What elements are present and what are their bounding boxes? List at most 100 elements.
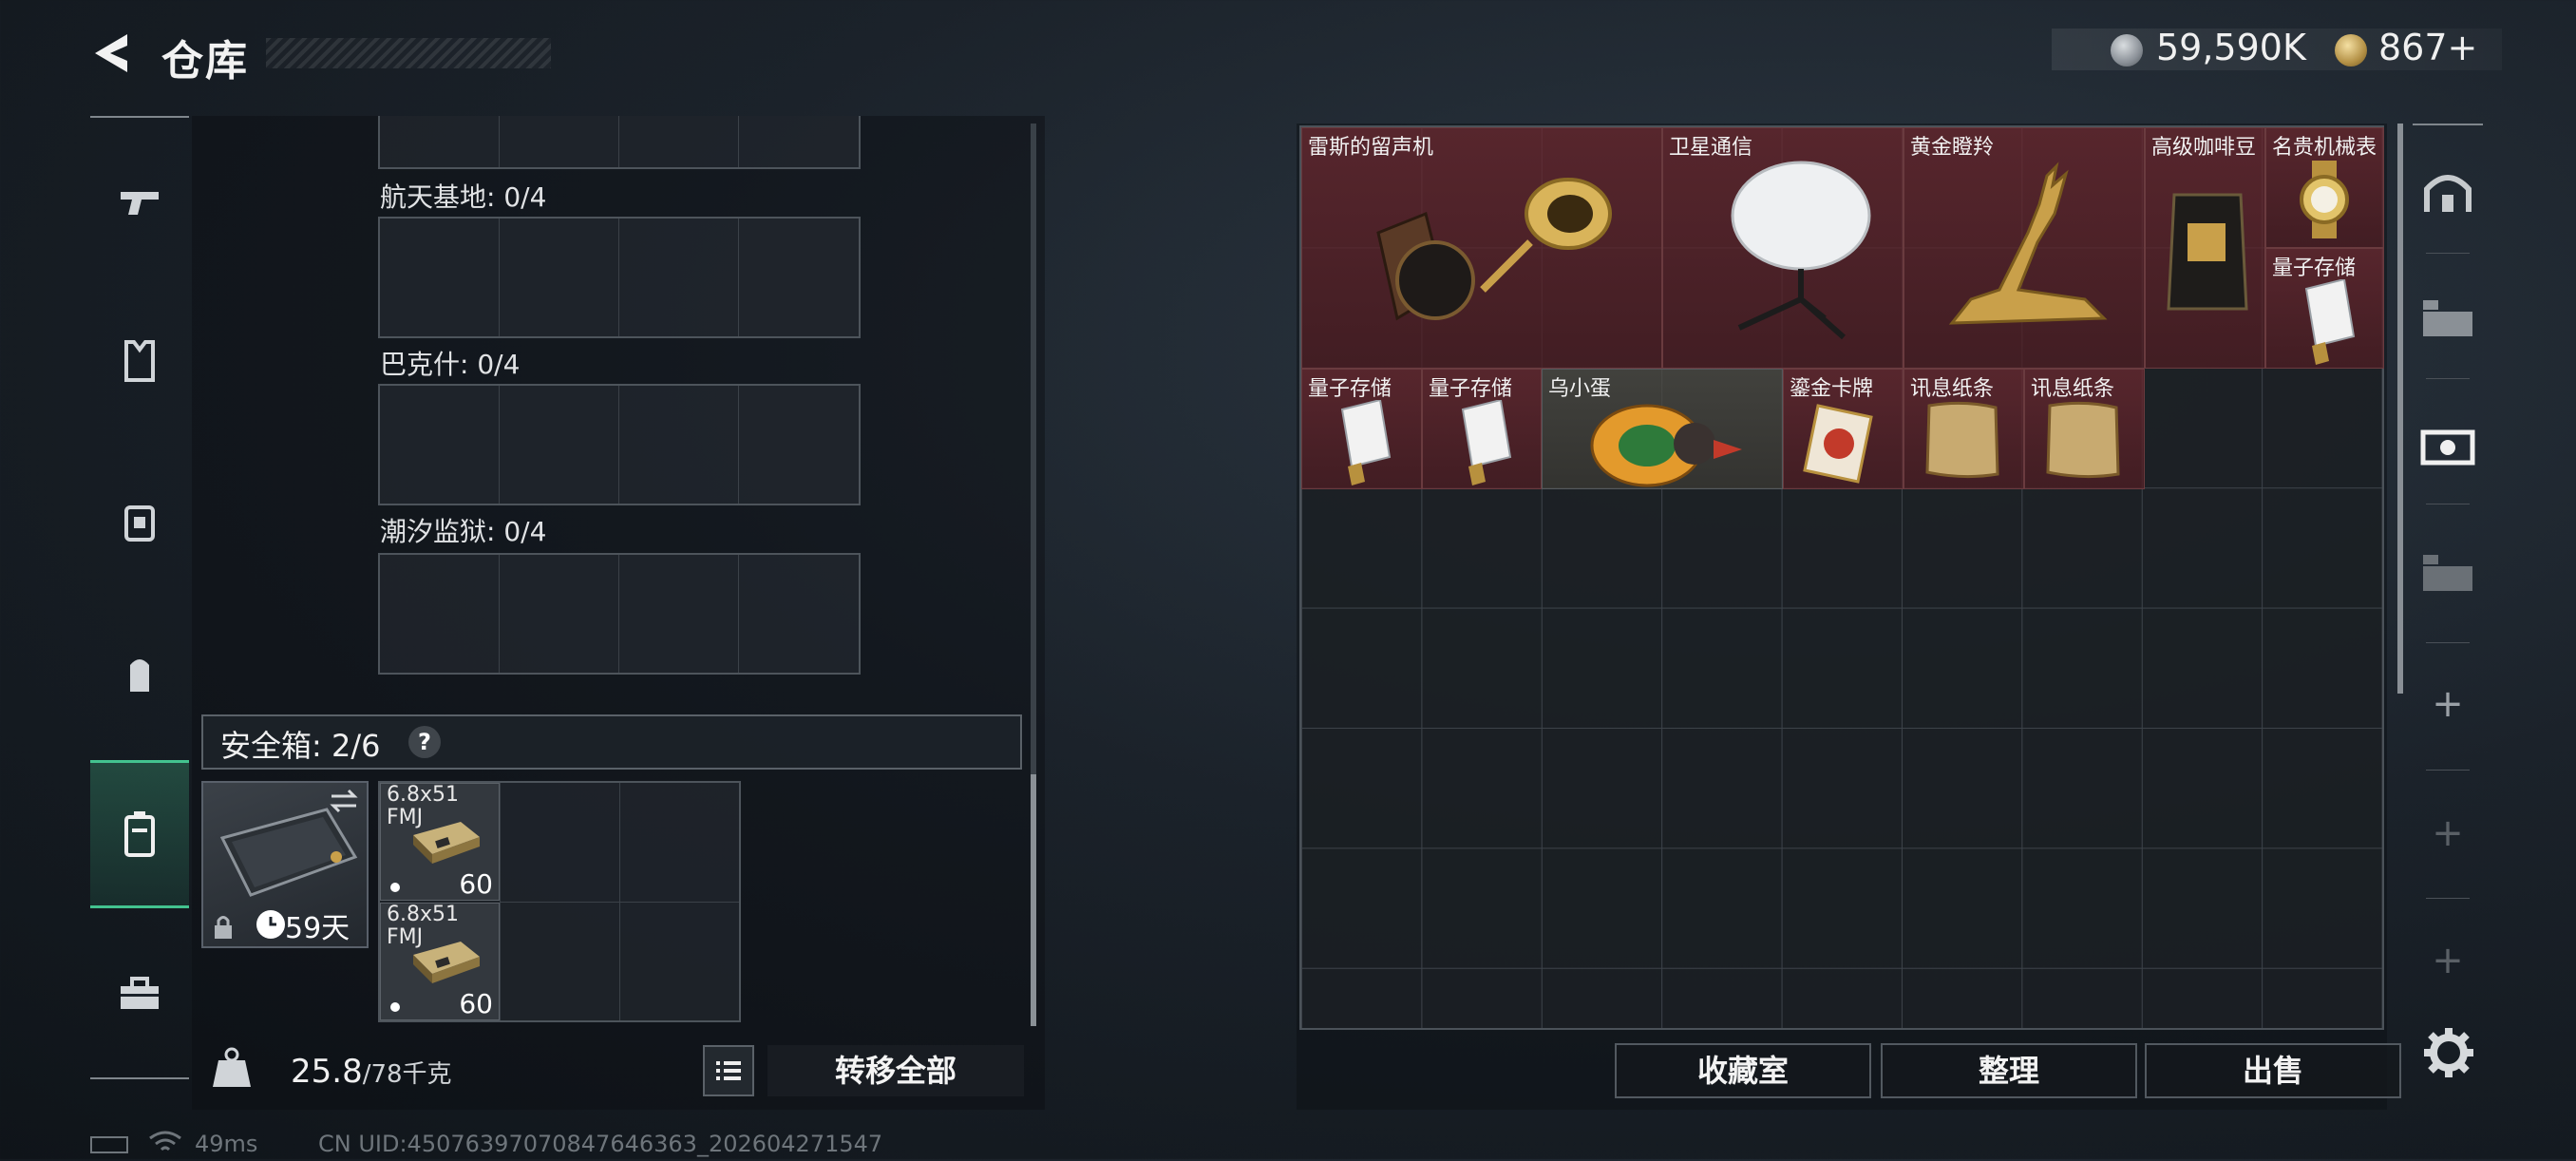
item-name: 量子存储 [1308, 377, 1392, 401]
item-name: 鎏金卡牌 [1790, 377, 1874, 401]
stash-item[interactable]: 量子存储 [1422, 369, 1542, 489]
storage-page-icon [2423, 555, 2472, 591]
storage-page-icon [2423, 300, 2472, 336]
storage-page-icon [2420, 429, 2475, 466]
title-decoration [266, 38, 551, 68]
gramophone-icon [1376, 178, 1612, 321]
list-view-button[interactable] [703, 1045, 754, 1096]
nav-divider [2426, 253, 2470, 254]
sell-button[interactable]: 出售 [2145, 1043, 2401, 1098]
gold-coin-icon [2335, 34, 2367, 67]
nav-divider [2426, 898, 2470, 899]
nav-divider [2426, 770, 2470, 771]
gilded-card-icon [1803, 404, 1873, 484]
gold-currency-amount: 867 [2378, 27, 2448, 68]
nav-backpack[interactable] [90, 618, 189, 732]
add-stash-page-button[interactable]: + [2413, 652, 2483, 756]
safebox-icon [124, 811, 155, 857]
stash-item[interactable]: 黄金瞪羚 [1904, 127, 2145, 369]
stash-item[interactable]: 讯息纸条 [2024, 369, 2145, 489]
sort-button[interactable]: 整理 [1881, 1043, 2137, 1098]
egg-toy-icon [1590, 404, 1742, 487]
safebox-capacity-label: 安全箱: 2/6 [220, 728, 381, 764]
quantum-storage-icon [1340, 400, 1392, 485]
back-button[interactable] [85, 27, 139, 80]
nav-armor[interactable] [90, 304, 189, 418]
help-button[interactable]: ? [408, 726, 441, 758]
transfer-all-button[interactable]: 转移全部 [767, 1045, 1024, 1096]
safebox-grid[interactable]: 6.8x51 FMJ 60 6.8x51 FMJ 60 [378, 781, 741, 1022]
add-stash-page-button-locked[interactable]: + [2413, 781, 2483, 885]
settings-button[interactable] [2418, 1022, 2479, 1083]
ammo-item[interactable]: 6.8x51 FMJ 60 [380, 783, 500, 901]
stash-item[interactable]: 乌小蛋 [1542, 369, 1783, 489]
back-arrow-icon [95, 34, 127, 72]
stash-item[interactable]: 卫星通信 [1662, 127, 1904, 369]
coffee-bag-icon [2167, 193, 2248, 311]
weight-icon [211, 1045, 253, 1091]
slot-group-bakesh[interactable] [378, 384, 861, 505]
ammo-quantity: 60 [459, 868, 493, 900]
chest-rig-icon [124, 505, 155, 542]
battery-icon [90, 1136, 128, 1153]
ammo-box-icon [413, 942, 480, 983]
gold-currency-value[interactable]: 867+ [2378, 27, 2477, 68]
collection-room-button[interactable]: 收藏室 [1615, 1043, 1871, 1098]
clock-icon [256, 910, 285, 939]
silver-currency-value: 59,590K [2156, 27, 2306, 68]
ammo-indicator-dot [390, 1002, 400, 1012]
lock-icon [213, 914, 234, 941]
ammo-item[interactable]: 6.8x51 FMJ 60 [380, 903, 500, 1020]
ammo-quantity: 60 [459, 988, 493, 1019]
satellite-dish-icon [1731, 161, 1871, 340]
message-note-icon [1925, 401, 1999, 479]
add-currency-button[interactable]: + [2448, 27, 2478, 68]
vest-icon [124, 340, 155, 382]
toolbox-icon [121, 977, 159, 1009]
list-icon [716, 1061, 741, 1080]
wifi-icon [148, 1131, 182, 1161]
left-category-nav [90, 116, 189, 1079]
backpack-icon [130, 659, 149, 692]
stash-page-3[interactable] [2413, 266, 2483, 371]
page-title: 仓库 [161, 37, 249, 86]
swap-icon[interactable] [328, 787, 360, 815]
stash-scrollbar[interactable] [2397, 124, 2403, 694]
nav-weapons[interactable] [90, 144, 189, 258]
nav-chest-rig[interactable] [90, 466, 189, 580]
nav-divider [2426, 378, 2470, 379]
add-stash-page-button-locked[interactable]: + [2413, 908, 2483, 1013]
stash-item[interactable]: 量子存储 [1301, 369, 1422, 489]
stash-item[interactable]: 讯息纸条 [1904, 369, 2024, 489]
slot-group-tidal-prison[interactable] [378, 553, 861, 675]
ammo-indicator-dot [390, 883, 400, 892]
stash-item[interactable]: 量子存储 [2265, 248, 2384, 369]
quantum-storage-icon [1461, 400, 1512, 485]
silver-coin-icon [2111, 34, 2143, 67]
left-scrollbar-thumb[interactable] [1031, 774, 1036, 1026]
gun-icon [121, 192, 159, 215]
user-uid: CN UID:4507639707084764636​3_20260427154… [318, 1131, 883, 1157]
stash-item[interactable]: 鎏金卡牌 [1783, 369, 1904, 489]
stash-item[interactable]: 名贵机械表 [2265, 127, 2384, 248]
nav-safebox[interactable] [90, 760, 189, 908]
item-name: 高级咖啡豆 [2151, 136, 2257, 160]
carry-weight: 25.8/78千克 [291, 1053, 452, 1091]
stash-item[interactable]: 高级咖啡豆 [2145, 127, 2265, 369]
stash-page-2-active[interactable] [2413, 391, 2483, 496]
nav-toolbox[interactable] [90, 937, 189, 1051]
watch-icon [2300, 161, 2349, 238]
nav-divider [2426, 642, 2470, 643]
home-arch-icon [2424, 175, 2472, 212]
case-days-remaining: 59天 [285, 912, 350, 945]
ammo-box-icon [413, 822, 480, 864]
stash-item[interactable]: 雷斯的留声机 [1301, 127, 1662, 369]
carry-weight-current: 25.8 [291, 1053, 363, 1091]
slot-group-spacebase[interactable] [378, 217, 861, 338]
stash-page-1[interactable] [2413, 521, 2483, 625]
stash-page-home[interactable] [2413, 141, 2483, 245]
message-note-icon [2046, 401, 2120, 479]
slot-group-top[interactable] [378, 116, 861, 169]
group-label-spacebase: 航天基地: 0/4 [380, 181, 547, 213]
golden-gazelle-icon [1948, 162, 2108, 325]
